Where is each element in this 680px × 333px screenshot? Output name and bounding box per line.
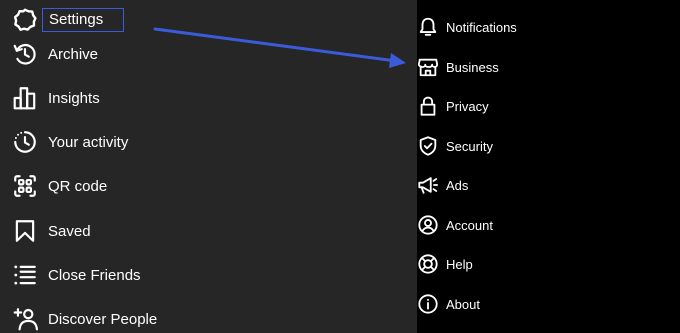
settings-item-account[interactable]: Account [417,208,680,242]
shield-icon [417,135,439,157]
settings-item-label: Business [446,59,499,75]
settings-item-label: About [446,296,480,312]
qr-code-icon [12,173,38,199]
list-icon [12,262,38,288]
screenshot-canvas: Settings Archive Insights Your activity … [0,0,680,333]
add-person-icon [12,306,38,332]
settings-item-label: Notifications [446,19,517,35]
gear-icon [12,7,38,33]
menu-item-label: Close Friends [48,266,141,284]
menu-item-label: Insights [48,89,100,107]
menu-item-insights[interactable]: Insights [12,80,402,116]
settings-item-notifications[interactable]: Notifications [417,10,680,44]
menu-item-label: Settings [42,8,125,32]
settings-item-label: Ads [446,177,469,193]
menu-item-label: QR code [48,177,108,195]
settings-item-security[interactable]: Security [417,129,680,163]
menu-item-settings[interactable]: Settings [12,2,402,38]
settings-item-label: Account [446,217,493,233]
settings-item-help[interactable]: Help [417,247,680,281]
menu-item-close-friends[interactable]: Close Friends [12,257,402,293]
info-icon [417,293,439,315]
settings-item-about[interactable]: About [417,287,680,321]
bell-icon [417,16,439,38]
menu-item-archive[interactable]: Archive [12,36,402,72]
bookmark-icon [12,218,38,244]
lifebuoy-icon [417,253,439,275]
menu-item-label: Archive [48,45,99,63]
archive-icon [12,41,38,67]
settings-item-label: Help [446,256,473,272]
menu-item-label: Your activity [48,133,129,151]
settings-item-ads[interactable]: Ads [417,168,680,202]
menu-item-saved[interactable]: Saved [12,213,402,249]
menu-item-label: Discover People [48,310,158,328]
lock-icon [417,95,439,117]
settings-item-label: Security [446,138,493,154]
insights-icon [12,85,38,111]
menu-item-discover-people[interactable]: Discover People [12,301,402,333]
store-icon [417,56,439,78]
megaphone-icon [417,174,439,196]
settings-menu-panel: Notifications Business Privacy Security … [417,0,680,333]
settings-item-business[interactable]: Business [417,50,680,84]
menu-item-qr-code[interactable]: QR code [12,168,402,204]
menu-item-your-activity[interactable]: Your activity [12,124,402,160]
settings-item-privacy[interactable]: Privacy [417,89,680,123]
side-menu-panel: Settings Archive Insights Your activity … [0,0,417,333]
activity-icon [12,129,38,155]
settings-item-label: Privacy [446,98,489,114]
menu-item-label: Saved [48,222,91,240]
account-icon [417,214,439,236]
